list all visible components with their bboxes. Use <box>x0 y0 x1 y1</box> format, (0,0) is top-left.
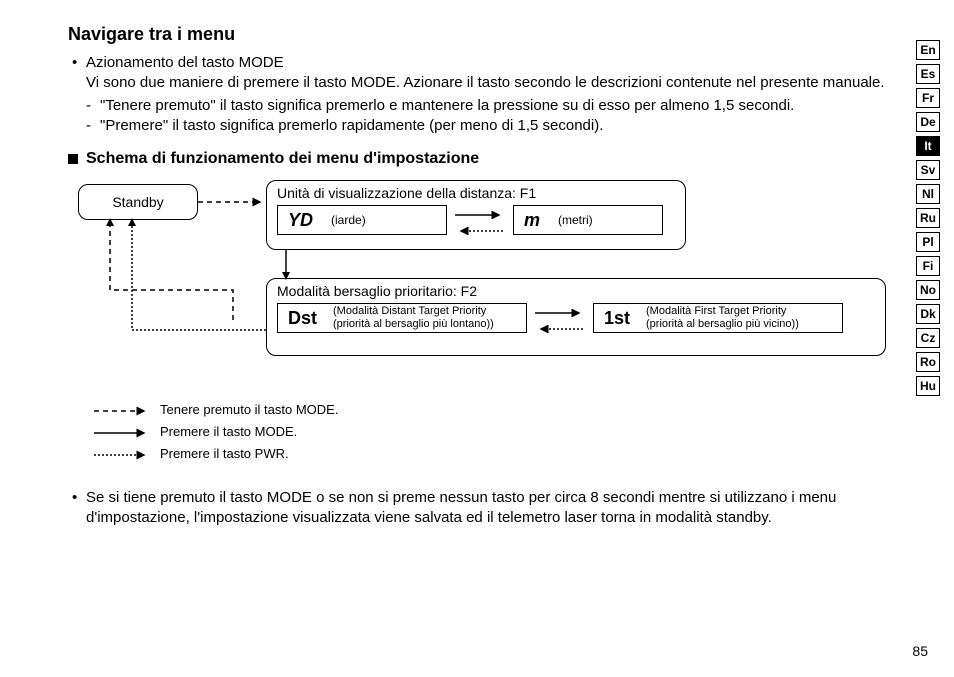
section-title: Schema di funzionamento dei menu d'impos… <box>86 150 479 168</box>
lang-tab-ro[interactable]: Ro <box>916 352 940 372</box>
f2-option-dst: Dst (Modalità Distant Target Priority(pr… <box>277 303 527 333</box>
f1-label: Unità di visualizzazione della distanza:… <box>277 185 675 201</box>
lang-tab-es[interactable]: Es <box>916 64 940 84</box>
lang-tab-hu[interactable]: Hu <box>916 376 940 396</box>
section-heading-row: Schema di funzionamento dei menu d'impos… <box>68 150 894 168</box>
f2-option-1st: 1st (Modalità First Target Priority(prio… <box>593 303 843 333</box>
dst-text: (Modalità Distant Target Priority(priori… <box>327 305 500 330</box>
lang-tab-no[interactable]: No <box>916 280 940 300</box>
mode-operation-heading: Azionamento del tasto MODE <box>68 53 894 73</box>
lang-tab-dk[interactable]: Dk <box>916 304 940 324</box>
legend: Tenere premuto il tasto MODE. Premere il… <box>68 398 894 464</box>
lang-tab-de[interactable]: De <box>916 112 940 132</box>
m-text: (metri) <box>550 213 601 227</box>
lang-tab-nl[interactable]: Nl <box>916 184 940 204</box>
legend-hold-mode: Tenere premuto il tasto MODE. <box>94 398 894 420</box>
page-title: Navigare tra i menu <box>68 24 894 45</box>
yd-text: (iarde) <box>323 213 374 227</box>
lang-tab-pl[interactable]: Pl <box>916 232 940 252</box>
legend-press-pwr: Premere il tasto PWR. <box>94 442 894 464</box>
arrow-f1-to-f2 <box>282 250 290 278</box>
dst-symbol: Dst <box>278 308 327 329</box>
standby-box: Standby <box>78 184 198 220</box>
f2-label: Modalità bersaglio prioritario: F2 <box>277 283 875 299</box>
lang-tab-it[interactable]: It <box>916 136 940 156</box>
page-number: 85 <box>912 643 928 659</box>
first-text: (Modalità First Target Priority(priorità… <box>640 305 805 330</box>
lang-tab-ru[interactable]: Ru <box>916 208 940 228</box>
f1-option-yd: YD (iarde) <box>277 205 447 235</box>
lang-tab-cz[interactable]: Cz <box>916 328 940 348</box>
mode-operation-body: Vi sono due maniere di premere il tasto … <box>68 73 894 93</box>
lang-tab-sv[interactable]: Sv <box>916 160 940 180</box>
lang-tab-fr[interactable]: Fr <box>916 88 940 108</box>
lang-tab-fi[interactable]: Fi <box>916 256 940 276</box>
mode-press-desc: "Premere" il tasto significa premerlo ra… <box>68 116 894 136</box>
square-bullet-icon <box>68 154 78 164</box>
f2-box: Modalità bersaglio prioritario: F2 Dst (… <box>266 278 886 356</box>
f1-box: Unità di visualizzazione della distanza:… <box>266 180 686 250</box>
first-symbol: 1st <box>594 308 640 329</box>
lang-tab-en[interactable]: En <box>916 40 940 60</box>
language-sidebar: En Es Fr De It Sv Nl Ru Pl Fi No Dk Cz Ro Hu <box>916 40 940 396</box>
arrow-f2-return <box>128 220 268 340</box>
bottom-note: Se si tiene premuto il tasto MODE o se n… <box>68 488 894 529</box>
f1-option-m: m (metri) <box>513 205 663 235</box>
m-symbol: m <box>514 210 550 231</box>
f1-arrow-group <box>455 205 505 235</box>
settings-menu-diagram: Standby Unità di visualizzazione della d… <box>68 180 894 380</box>
f2-arrow-group <box>535 303 585 333</box>
arrow-standby-to-f1 <box>198 198 266 206</box>
mode-hold-desc: "Tenere premuto" il tasto significa prem… <box>68 96 894 116</box>
yd-symbol: YD <box>278 210 323 231</box>
legend-press-mode: Premere il tasto MODE. <box>94 420 894 442</box>
